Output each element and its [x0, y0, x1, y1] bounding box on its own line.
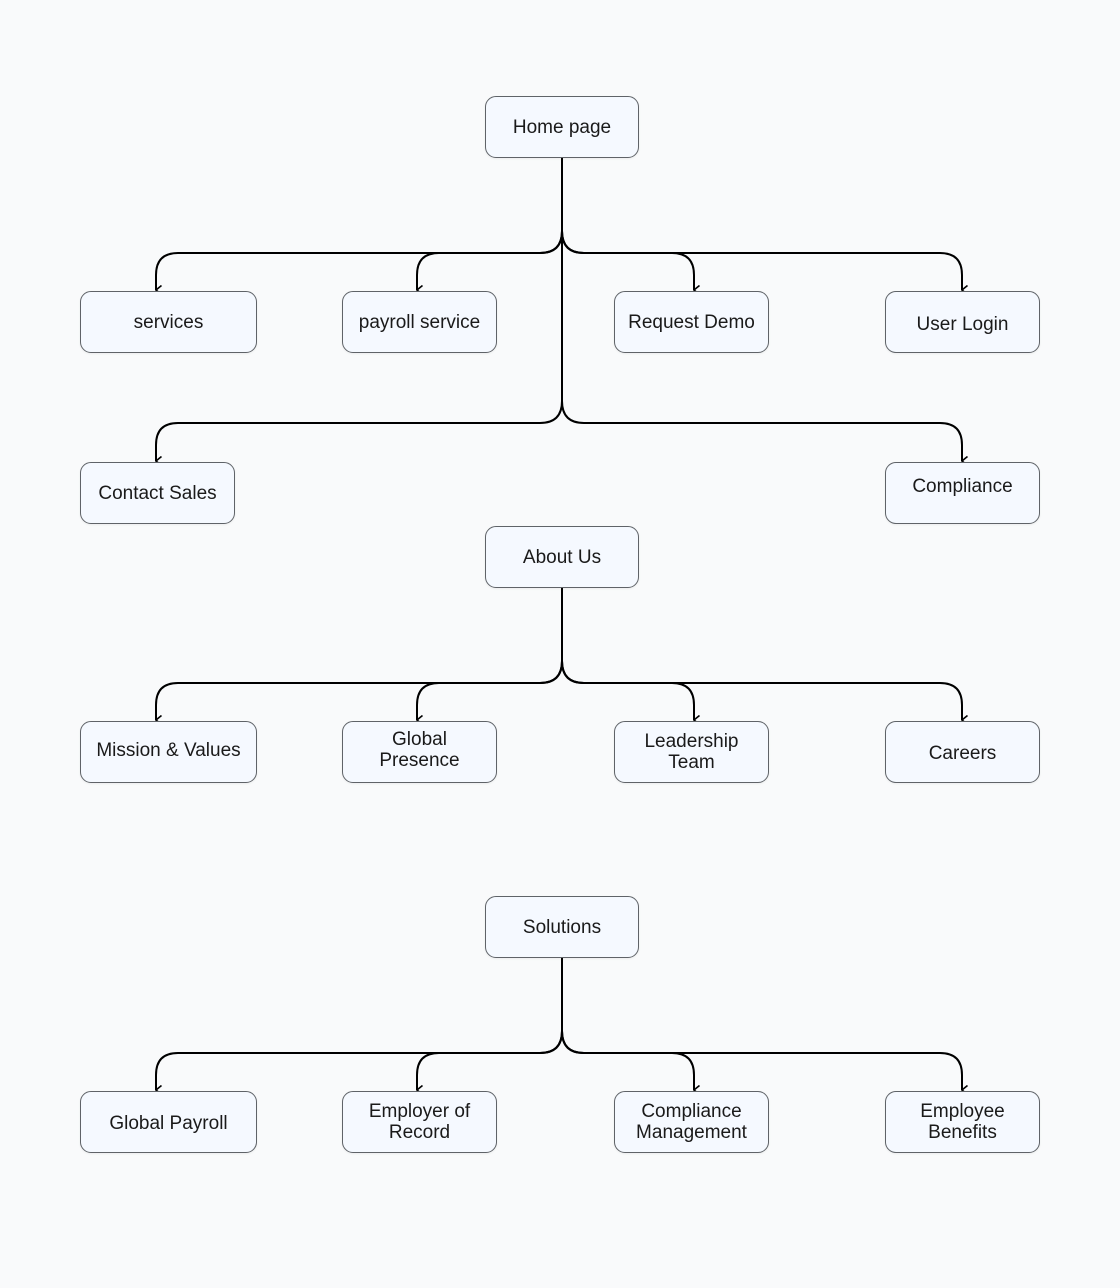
node-label: Employer of Record — [368, 1101, 471, 1143]
node-label: services — [133, 311, 204, 333]
node-label: Global Payroll — [109, 1112, 228, 1134]
node-request-demo[interactable]: Request Demo — [614, 291, 769, 353]
node-global-presence[interactable]: Global Presence — [342, 721, 497, 783]
node-global-payroll[interactable]: Global Payroll — [80, 1091, 257, 1153]
connector-home-contact-sales — [155, 400, 563, 461]
node-careers[interactable]: Careers — [885, 721, 1040, 783]
connector-about-mission-values — [155, 660, 563, 720]
node-label: Leadership Team — [644, 731, 739, 773]
node-label: Home page — [512, 116, 612, 138]
node-label: Solutions — [522, 916, 602, 938]
connector-solutions-compliance-management — [561, 1030, 694, 1090]
connector-home-payroll-service — [416, 230, 563, 290]
node-label: Compliance Management — [636, 1101, 747, 1143]
node-services[interactable]: services — [80, 291, 257, 353]
node-compliance-management[interactable]: Compliance Management — [614, 1091, 769, 1153]
node-label: Careers — [928, 742, 997, 764]
node-home-page[interactable]: Home page — [485, 96, 639, 158]
node-leadership-team[interactable]: Leadership Team — [614, 721, 769, 783]
node-label: Contact Sales — [98, 482, 217, 504]
node-payroll-service[interactable]: payroll service — [342, 291, 497, 353]
connector-solutions-employee-benefits — [561, 1030, 962, 1090]
node-label: payroll service — [358, 311, 481, 333]
connector-about-careers — [561, 660, 962, 720]
node-contact-sales[interactable]: Contact Sales — [80, 462, 235, 524]
node-employer-of-record[interactable]: Employer of Record — [342, 1091, 497, 1153]
connector-solutions-global-payroll — [155, 1030, 563, 1090]
node-label: User Login — [916, 313, 1009, 335]
connector-home-user-login — [561, 230, 962, 290]
node-label: Request Demo — [628, 311, 755, 333]
connector-about-global-presence — [416, 660, 563, 720]
node-label: Compliance — [912, 475, 1013, 497]
node-label: Global Presence — [379, 729, 460, 771]
node-user-login[interactable]: User Login — [885, 291, 1040, 353]
connector-solutions-employer-of-record — [416, 1030, 563, 1090]
connector-home-services — [155, 230, 563, 290]
node-label: Employee Benefits — [920, 1101, 1005, 1143]
connector-home-request-demo — [561, 230, 694, 290]
node-employee-benefits[interactable]: Employee Benefits — [885, 1091, 1040, 1153]
node-compliance[interactable]: Compliance — [885, 462, 1040, 524]
connector-about-leadership-team — [561, 660, 694, 720]
node-label: About Us — [522, 546, 602, 568]
connector-home-compliance — [561, 400, 962, 461]
node-label: Mission & Values — [96, 739, 241, 761]
node-mission-values[interactable]: Mission & Values — [80, 721, 257, 783]
node-about-us[interactable]: About Us — [485, 526, 639, 588]
node-solutions[interactable]: Solutions — [485, 896, 639, 958]
